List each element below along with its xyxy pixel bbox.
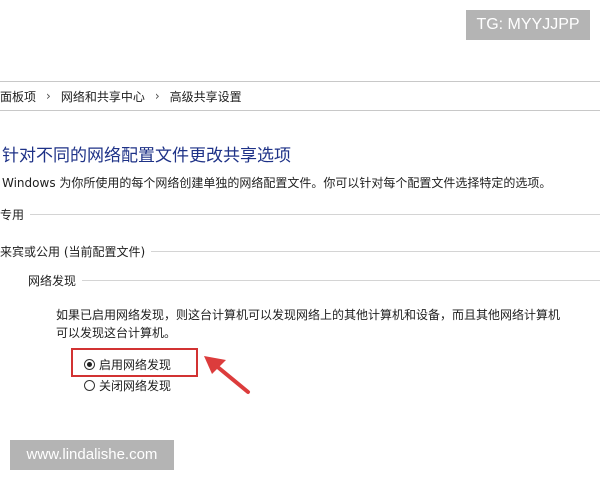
page-description: Windows 为你所使用的每个网络创建单独的网络配置文件。你可以针对每个配置文…: [2, 176, 552, 190]
watermark-website: www.lindalishe.com: [10, 440, 174, 470]
breadcrumb-separator-icon: ›: [154, 89, 160, 103]
section-divider: [30, 213, 600, 215]
breadcrumb-separator-icon: ›: [46, 89, 51, 103]
breadcrumb: 面板项 › 网络和共享中心 › 高级共享设置: [0, 81, 600, 111]
radio-disable-network-discovery-label: 关闭网络发现: [99, 379, 172, 393]
annotation-highlight-box: [71, 348, 198, 377]
network-discovery-info: 如果已启用网络发现，则这台计算机可以发现网络上的其他计算机和设备，而且其他网络计…: [56, 306, 600, 342]
network-discovery-header: 网络发现: [28, 272, 600, 288]
section-private-header[interactable]: 专用: [0, 206, 600, 222]
annotation-arrow-icon: [204, 356, 250, 394]
network-discovery-info-line-2: 可以发现这台计算机。: [56, 326, 177, 340]
section-divider: [151, 250, 600, 252]
radio-disable-network-discovery[interactable]: 关闭网络发现: [84, 377, 171, 394]
breadcrumb-item-control-panel-items[interactable]: 面板项: [0, 88, 36, 105]
section-divider: [82, 279, 600, 281]
section-guest-public-label: 来宾或公用 (当前配置文件): [0, 244, 146, 259]
breadcrumb-item-advanced-sharing-settings[interactable]: 高级共享设置: [170, 88, 242, 105]
section-guest-public-header[interactable]: 来宾或公用 (当前配置文件): [0, 243, 600, 259]
section-private-label: 专用: [0, 207, 25, 222]
network-discovery-info-line-1: 如果已启用网络发现，则这台计算机可以发现网络上的其他计算机和设备，而且其他网络计…: [56, 308, 561, 322]
network-discovery-label: 网络发现: [28, 273, 77, 288]
page-title: 针对不同的网络配置文件更改共享选项: [2, 146, 291, 166]
radio-unselected-icon[interactable]: [84, 380, 95, 391]
breadcrumb-item-network-sharing-center[interactable]: 网络和共享中心: [61, 88, 145, 105]
watermark-telegram: TG: MYYJJPP: [466, 10, 590, 40]
